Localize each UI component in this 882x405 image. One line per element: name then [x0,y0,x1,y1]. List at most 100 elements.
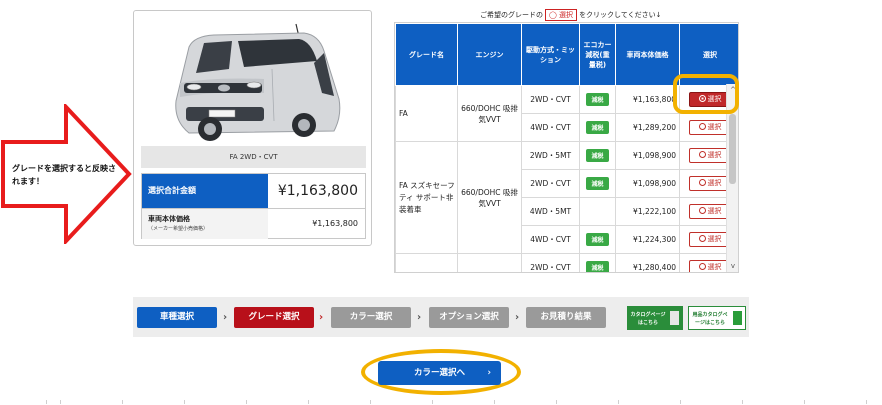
car-image [154,21,354,149]
header-engine: エンジン [457,23,522,86]
eco-cell: 減税 [579,85,616,114]
select-label: 選択 [707,263,722,271]
callout-text: グレードを選択すると反映されます！ [12,164,116,186]
base-price-label-cell: 車両本体価格 （メーカー希望小売価格） [142,209,268,239]
selected-total-value: ¥1,163,800 [277,183,358,199]
header-drive: 駆動方式・ミッション [521,23,580,86]
base-price-value: ¥1,163,800 [312,219,358,228]
engine-spec: 660/DOHC 吸排気VVT [457,141,522,254]
eco-cell: 減税 [579,113,616,142]
next-button-label: カラー選択へ [413,368,465,378]
select-label: 選択 [707,123,722,131]
drive-type: 2WD・5MT [521,141,580,170]
select-button[interactable]: 選択 [689,120,731,135]
base-price-row: 車両本体価格 （メーカー希望小売価格） ¥1,163,800 [142,208,365,239]
grade-name [395,253,458,272]
accessory-catalog-label: 用品カタログページはこちら [692,312,728,326]
select-button[interactable]: 選択 [689,176,731,191]
row-price: ¥1,289,200 [615,113,680,142]
row-price: ¥1,280,400 [615,253,680,272]
step-chevron-icon: › [417,312,422,323]
hint-select-box: ◯ 選択 [545,9,578,21]
radio-circle-icon [698,151,706,158]
accessory-catalog-link[interactable]: 用品カタログページはこちら [688,306,746,330]
eco-tax-badge: 減税 [586,261,609,272]
scrollbar-thumb[interactable] [729,114,736,184]
scroll-down-icon[interactable]: v [727,262,739,270]
select-label: 選択 [707,179,722,187]
step-color-select[interactable]: カラー選択 [331,307,411,328]
step-chevron-icon: › [223,312,228,323]
base-price-sublabel: （メーカー希望小売価格） [148,226,209,232]
drive-type: 2WD・CVT [521,85,580,114]
base-price-label: 車両本体価格 [148,215,190,223]
radio-circle-icon [698,207,706,214]
step-navigation: 車種選択 › グレード選択 › カラー選択 › オプション選択 › お見積り結果… [133,297,749,337]
book-icon [733,311,742,325]
step-option-select[interactable]: オプション選択 [429,307,509,328]
table-row: 2WD・CVT 減税 ¥1,280,400 選択 [395,253,738,272]
row-price: ¥1,098,900 [615,141,680,170]
drive-type: 4WD・CVT [521,113,580,142]
step-estimate-result[interactable]: お見積り結果 [526,307,606,328]
eco-cell: 減税 [579,253,616,272]
radio-circle-icon [698,123,706,130]
engine-spec: 660/DOHC 吸排気VVT [457,85,522,142]
price-summary: 選択合計金額 ¥1,163,800 車両本体価格 （メーカー希望小売価格） ¥1… [141,173,366,239]
grade-table-container[interactable]: グレード名 エンジン 駆動方式・ミッション エコカー減税(重量税) 車両本体価格… [394,22,739,273]
table-row: FA スズキセーフティ サポート非装着車 660/DOHC 吸排気VVT 2WD… [395,141,738,254]
hint-suffix: をクリックしてください↓ [579,11,662,19]
drive-type: 2WD・CVT [521,253,580,272]
catalog-page-link[interactable]: カタログページはこちら [627,306,683,330]
catalog-link-label: カタログページはこちら [630,312,666,326]
hint-prefix: ご希望のグレードの [480,11,543,19]
row-price: ¥1,222,100 [615,197,680,226]
radio-circle-icon [698,235,706,242]
grade-name: FA [395,85,458,142]
select-label: 選択 [707,207,722,215]
eco-tax-badge: 減税 [586,177,609,190]
next-color-select-button[interactable]: カラー選択へ › [378,361,501,385]
car-grade-caption: FA 2WD・CVT [141,146,366,168]
selected-highlight-ring [673,74,739,114]
step-chevron-icon: › [319,312,324,323]
step-car-select[interactable]: 車種選択 [137,307,217,328]
step-grade-select[interactable]: グレード選択 [234,307,314,328]
header-price: 車両本体価格 [615,23,680,86]
bottom-divider [0,400,882,404]
row-price: ¥1,163,800 [615,85,680,114]
grade-name: FA スズキセーフティ サポート非装着車 [395,141,458,254]
eco-tax-badge: 減税 [586,93,609,106]
select-hint: ご希望のグレードの ◯ 選択 をクリックしてください↓ [480,9,662,21]
select-label: 選択 [707,235,722,243]
eco-cell: 減税 [579,225,616,254]
radio-circle-icon [698,263,706,270]
drive-type: 4WD・5MT [521,197,580,226]
engine-spec [457,253,522,272]
car-panel: FA 2WD・CVT 選択合計金額 ¥1,163,800 車両本体価格 （メーカ… [133,10,372,246]
eco-tax-badge: 減税 [586,149,609,162]
header-eco: エコカー減税(重量税) [579,23,616,86]
eco-tax-badge: 減税 [586,121,609,134]
eco-cell: 減税 [579,141,616,170]
selected-total-label: 選択合計金額 [142,174,268,208]
step-chevron-icon: › [515,312,520,323]
drive-type: 2WD・CVT [521,169,580,198]
eco-cell-empty [579,197,616,226]
row-price: ¥1,224,300 [615,225,680,254]
eco-cell: 減税 [579,169,616,198]
header-grade: グレード名 [395,23,458,86]
row-price: ¥1,098,900 [615,169,680,198]
drive-type: 4WD・CVT [521,225,580,254]
eco-tax-badge: 減税 [586,233,609,246]
select-button[interactable]: 選択 [689,232,731,247]
book-icon [670,311,679,325]
grade-table: グレード名 エンジン 駆動方式・ミッション エコカー減税(重量税) 車両本体価格… [395,23,738,272]
select-label: 選択 [707,151,722,159]
selected-total-row: 選択合計金額 ¥1,163,800 [142,174,365,208]
select-button[interactable]: 選択 [689,204,731,219]
radio-circle-icon [698,179,706,186]
select-button[interactable]: 選択 [689,260,731,272]
select-button[interactable]: 選択 [689,148,731,163]
chevron-right-icon: › [487,368,491,378]
